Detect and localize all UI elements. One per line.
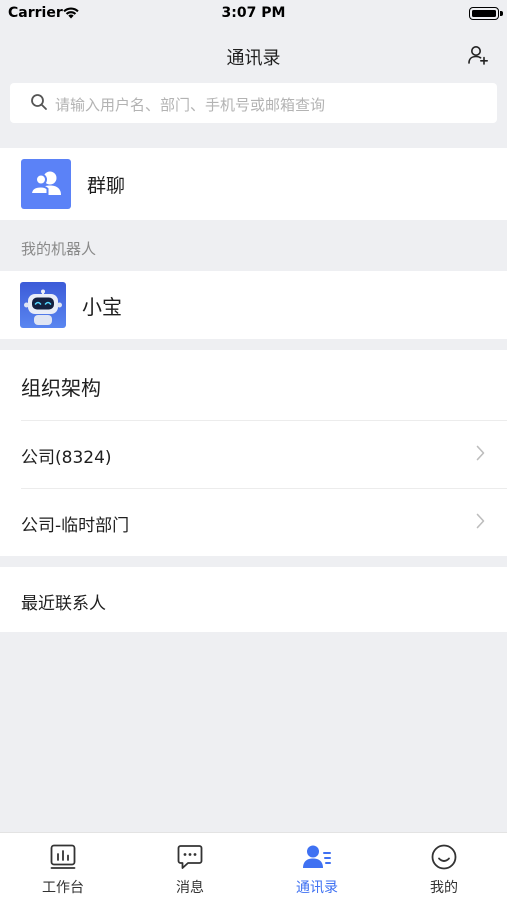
tab-profile[interactable]: 我的: [381, 833, 507, 900]
tab-workbench[interactable]: 工作台: [0, 833, 126, 900]
contacts-icon: [303, 845, 331, 868]
robot-label: 小宝: [82, 295, 122, 319]
tab-label: 通讯录: [296, 880, 338, 896]
tab-label: 我的: [430, 880, 458, 896]
org-structure-card: 组织架构 公司(8324) 公司-临时部门: [0, 350, 507, 556]
org-item-company[interactable]: 公司(8324): [21, 420, 507, 488]
nav-bar: 通讯录: [0, 28, 507, 82]
group-chat-icon: [21, 159, 71, 209]
add-contact-icon[interactable]: [467, 44, 489, 66]
search-placeholder: 请输入用户名、部门、手机号或邮箱查询: [55, 96, 326, 114]
org-item-temp-department[interactable]: 公司-临时部门: [21, 488, 507, 556]
org-structure-title: 组织架构: [21, 376, 101, 400]
search-input[interactable]: 请输入用户名、部门、手机号或邮箱查询: [10, 83, 497, 123]
org-item-label: 公司(8324): [21, 448, 112, 468]
message-icon: [177, 845, 203, 869]
group-chat-label: 群聊: [87, 175, 126, 197]
battery-icon: [469, 7, 503, 20]
recent-contacts-item[interactable]: 最近联系人: [0, 567, 507, 632]
chevron-right-icon: [476, 445, 485, 461]
workbench-icon: [50, 844, 76, 869]
profile-icon: [431, 844, 457, 870]
recent-contacts-label: 最近联系人: [21, 594, 106, 614]
chevron-right-icon: [476, 513, 485, 529]
page-title: 通讯录: [226, 48, 281, 69]
clock: 3:07 PM: [221, 5, 286, 21]
my-robots-section-label: 我的机器人: [21, 240, 97, 258]
org-item-label: 公司-临时部门: [21, 516, 130, 536]
tab-label: 消息: [176, 880, 204, 896]
robot-item[interactable]: 小宝: [0, 271, 507, 339]
tab-contacts[interactable]: 通讯录: [254, 833, 380, 900]
search-icon: [31, 94, 47, 110]
tab-label: 工作台: [42, 880, 84, 896]
tab-messages[interactable]: 消息: [127, 833, 253, 900]
tab-bar: 工作台 消息 通讯录 我的: [0, 832, 507, 900]
robot-avatar-icon: [20, 282, 66, 328]
group-chat-item[interactable]: 群聊: [0, 148, 507, 220]
status-bar: Carrier 3:07 PM: [0, 0, 507, 28]
